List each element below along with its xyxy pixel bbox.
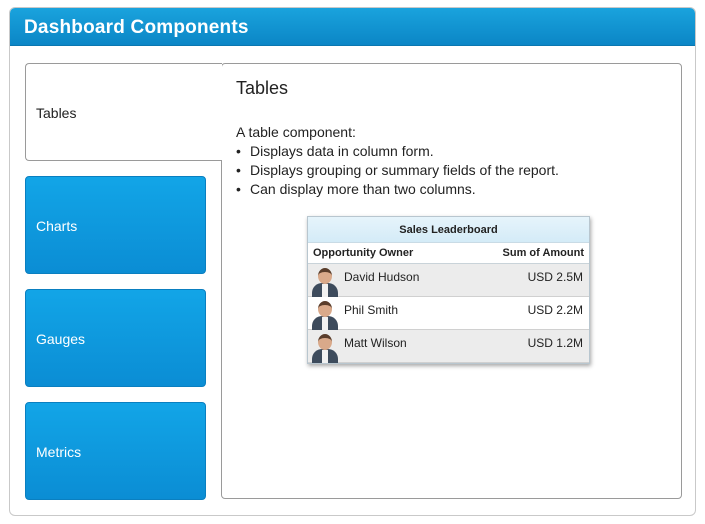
owner-name: David Hudson	[344, 270, 420, 284]
sales-leaderboard-table: Sales Leaderboard Opportunity Owner Sum …	[307, 216, 590, 364]
tab-metrics[interactable]: Metrics	[25, 402, 206, 500]
content-panel: Tables A table component: • Displays data…	[221, 63, 682, 499]
avatar	[310, 330, 340, 363]
tab-tables[interactable]: Tables	[25, 63, 222, 161]
tab-gauges[interactable]: Gauges	[25, 289, 206, 387]
bullet-item: • Displays data in column form.	[236, 143, 434, 159]
table-body: David Hudson USD 2.5M Phil Smith USD 2.2…	[308, 264, 589, 363]
amount-value: USD 1.2M	[527, 336, 583, 350]
tab-charts[interactable]: Charts	[25, 176, 206, 274]
content-title: Tables	[236, 78, 289, 98]
table-title: Sales Leaderboard	[308, 217, 589, 243]
avatar	[310, 297, 340, 330]
column-header-amount: Sum of Amount	[502, 247, 584, 259]
tab-metrics-label: Metrics	[36, 444, 82, 460]
tab-tables-label: Tables	[36, 105, 77, 121]
header-bar: Dashboard Components	[10, 8, 695, 46]
header-title: Dashboard Components	[24, 17, 249, 38]
bullet-item: • Displays grouping or summary fields of …	[236, 162, 559, 178]
table-row: Matt Wilson USD 1.2M	[308, 330, 589, 363]
table-header-row: Opportunity Owner Sum of Amount	[308, 243, 589, 264]
column-header-owner: Opportunity Owner	[313, 247, 414, 259]
amount-value: USD 2.5M	[527, 270, 583, 284]
tab-charts-label: Charts	[36, 218, 78, 234]
avatar	[310, 264, 340, 297]
amount-value: USD 2.2M	[527, 303, 583, 317]
table-row: Phil Smith USD 2.2M	[308, 297, 589, 330]
dashboard-components-window: Dashboard Components Tables Charts Gauge…	[9, 7, 696, 516]
bullet-list: • Displays data in column form. • Displays…	[236, 142, 559, 199]
owner-name: Matt Wilson	[344, 336, 407, 350]
tab-gauges-label: Gauges	[36, 331, 86, 347]
table-row: David Hudson USD 2.5M	[308, 264, 589, 297]
owner-name: Phil Smith	[344, 303, 399, 317]
content-intro: A table component:	[236, 124, 356, 140]
bullet-item: • Can display more than two columns.	[236, 181, 476, 197]
